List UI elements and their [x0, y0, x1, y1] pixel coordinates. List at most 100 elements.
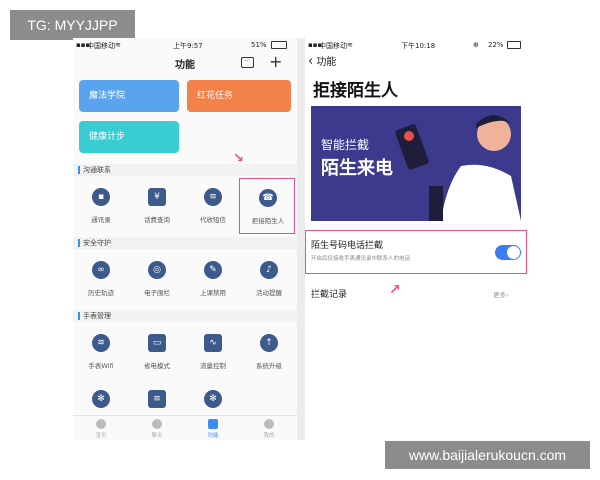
carrier-label: 中国移动: [87, 42, 115, 50]
grid-item-label: 手表Wifi: [88, 362, 114, 370]
chevron-right-icon: ›: [506, 291, 509, 299]
watermark-bottom: www.baijialerukoucn.com: [385, 441, 590, 469]
add-icon[interactable]: +: [269, 52, 282, 71]
sms-icon: ≡: [204, 188, 222, 206]
status-time: 下午10:18: [401, 42, 436, 50]
battery-icon: [507, 41, 521, 49]
shield-icon: ☎: [259, 189, 277, 207]
card-red-flower[interactable]: 红花任务: [187, 80, 291, 112]
grid-item-fence[interactable]: ◎ 电子围栏: [129, 251, 185, 307]
tab-label: 宝贝: [95, 433, 107, 439]
back-label: 功能: [316, 57, 337, 68]
section-title: 安全守护: [83, 239, 111, 247]
grid-item-wifi[interactable]: ≋ 手表Wifi: [73, 324, 129, 380]
chevron-left-icon: ‹: [308, 54, 314, 69]
battery-percent: 51%: [251, 41, 267, 49]
grid-item-data-control[interactable]: ∿ 流量控制: [185, 324, 241, 380]
grid-item-reminder[interactable]: ♪ 活动提醒: [241, 251, 297, 307]
battery-percent: 22%: [488, 41, 504, 49]
card-label: 魔法学院: [89, 91, 126, 101]
screen-divider: [297, 38, 305, 440]
back-button[interactable]: ‹ 功能: [308, 53, 336, 69]
status-bar: ▪▪▪ 中国移动 ≋ 下午10:18 ⊕ 22%: [305, 38, 527, 52]
section-accent: [78, 239, 80, 247]
location-icon: [96, 419, 106, 429]
wifi-icon: ≋: [347, 41, 353, 49]
setting-title: 陌生号码电话拦截: [311, 241, 384, 251]
section-accent: [78, 166, 80, 174]
card-label: 红花任务: [197, 91, 234, 101]
record-label: 拦截记录: [311, 290, 348, 300]
page-title: 功能: [175, 60, 195, 71]
tab-label: 我的: [263, 433, 275, 439]
grid-item-label: 上课禁用: [200, 289, 226, 297]
battery-icon: [271, 41, 287, 49]
list-icon: ≡: [148, 390, 166, 408]
chat-icon: [152, 419, 162, 429]
gear-icon: ✻: [204, 390, 222, 408]
grid-item-settings[interactable]: ✻: [73, 380, 129, 414]
wifi-icon: ≋: [115, 41, 121, 49]
message-icon[interactable]: ···: [241, 57, 254, 68]
grid-item-label: 活动提醒: [256, 289, 282, 297]
bell-icon: ♪: [260, 261, 278, 279]
right-screen: ▪▪▪ 中国移动 ≋ 下午10:18 ⊕ 22% ‹ 功能 拒接陌生人 智能拦截…: [305, 38, 527, 440]
upgrade-icon: ↑: [260, 334, 278, 352]
setting-description: 开启后仅接收手表通讯录中联系人的电话: [311, 256, 411, 262]
section-header-communication: 沟通联系: [73, 164, 297, 176]
grid-item-class-disable[interactable]: ✎ 上课禁用: [185, 251, 241, 307]
card-health-steps[interactable]: 健康计步: [79, 121, 179, 153]
page-title: 拒接陌生人: [313, 81, 398, 101]
tab-label: 聊天: [151, 433, 163, 439]
carrier-label: 中国移动: [319, 42, 347, 50]
stranger-block-toggle[interactable]: [495, 245, 521, 260]
grid-item-label: 历史轨迹: [88, 289, 114, 297]
card-magic-academy[interactable]: 魔法学院: [79, 80, 179, 112]
more-link[interactable]: 更多›: [493, 289, 509, 299]
contacts-icon: ▪: [92, 188, 110, 206]
tab-bar: 宝贝 聊天 功能 我的: [73, 415, 297, 440]
tab-baby[interactable]: 宝贝: [73, 416, 129, 440]
grid-item-label: 系统升级: [256, 362, 282, 370]
grid-item-reject-strangers[interactable]: ☎ 拒接陌生人: [239, 178, 295, 234]
grid-item-history[interactable]: ∞ 历史轨迹: [73, 251, 129, 307]
grid-item-notes[interactable]: ≡: [129, 380, 185, 414]
battery-icon: ▭: [148, 334, 166, 352]
tab-me[interactable]: 我的: [241, 416, 297, 440]
status-bar: ▪▪▪ 中国移动 ≋ 上午9:57 51%: [73, 38, 297, 52]
track-icon: ∞: [92, 261, 110, 279]
grid-item-label: 通讯录: [91, 216, 111, 224]
tab-label: 功能: [207, 433, 219, 439]
banner-line1: 智能拦截: [321, 138, 370, 152]
grid-item-more[interactable]: ✻: [185, 380, 241, 414]
stranger-block-setting: 陌生号码电话拦截 开启后仅接收手表通讯录中联系人的电话: [305, 230, 527, 274]
section-header-safety: 安全守护: [73, 237, 297, 249]
grid-item-label: 拒接陌生人: [251, 217, 285, 225]
block-record-row[interactable]: 拦截记录 更多›: [305, 284, 527, 302]
grid-item-bill-query[interactable]: ¥ 话费查询: [129, 178, 185, 234]
watermark-top: TG: MYYJJPP: [10, 10, 135, 40]
grid-item-power-save[interactable]: ▭ 省电模式: [129, 324, 185, 380]
lock-icon: ⊕: [473, 41, 479, 49]
banner-image: 智能拦截 陌生来电: [311, 106, 521, 221]
grid-item-label: 流量控制: [200, 362, 226, 370]
grid-item-label: 省电模式: [144, 362, 170, 370]
tab-features[interactable]: 功能: [185, 416, 241, 440]
grid-item-contacts[interactable]: ▪ 通讯录: [73, 178, 129, 234]
section-title: 手表管理: [83, 312, 111, 320]
section-header-watch: 手表管理: [73, 310, 297, 322]
grid-item-label: 代收短信: [200, 216, 226, 224]
tab-chat[interactable]: 聊天: [129, 416, 185, 440]
nav-bar: 功能 ··· +: [73, 52, 297, 74]
user-icon: [264, 419, 274, 429]
bill-icon: ¥: [148, 188, 166, 206]
card-label: 健康计步: [89, 132, 126, 142]
chart-icon: ∿: [204, 334, 222, 352]
wifi-icon: ≋: [92, 334, 110, 352]
more-label: 更多: [493, 291, 506, 299]
grid-icon: [208, 419, 218, 429]
section-title: 沟通联系: [83, 166, 111, 174]
grid-item-upgrade[interactable]: ↑ 系统升级: [241, 324, 297, 380]
grid-item-sms[interactable]: ≡ 代收短信: [185, 178, 241, 234]
pencil-icon: ✎: [204, 261, 222, 279]
